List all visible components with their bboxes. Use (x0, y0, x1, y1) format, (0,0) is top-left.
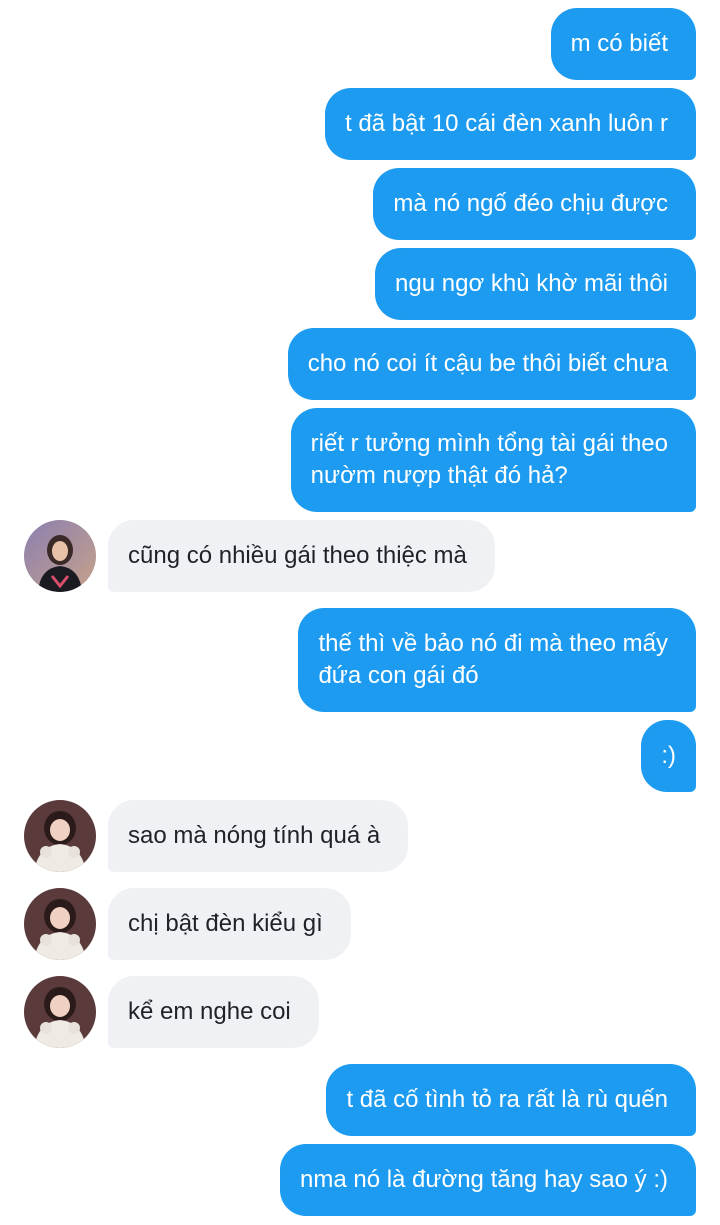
outgoing-message[interactable]: mà nó ngố đéo chịu được (373, 168, 696, 240)
contact-avatar[interactable] (24, 520, 96, 592)
message-text: kể em nghe coi (128, 998, 291, 1025)
contact-avatar[interactable] (24, 888, 96, 960)
message-text-line: riết r tưởng mình tổng tài gái theo (310, 430, 668, 457)
outgoing-message[interactable]: riết r tưởng mình tổng tài gái theo nườm… (290, 408, 696, 512)
outgoing-message[interactable]: cho nó coi ít cậu be thôi biết chưa (287, 328, 696, 400)
incoming-message[interactable]: cũng có nhiều gái theo thiệc mà (108, 520, 495, 592)
contact-avatar[interactable] (24, 976, 96, 1048)
avatar-photo-icon (24, 800, 96, 872)
message-text: :) (661, 742, 676, 769)
message-text: cho nó coi ít cậu be thôi biết chưa (307, 350, 668, 377)
message-text-line: thế thì về bảo nó đi mà theo mấy (318, 630, 668, 657)
incoming-message[interactable]: chị bật đèn kiểu gì (108, 888, 351, 960)
outgoing-message[interactable]: :) (641, 720, 696, 792)
outgoing-message[interactable]: thế thì về bảo nó đi mà theo mấy đứa con… (298, 608, 696, 712)
incoming-message[interactable]: sao mà nóng tính quá à (108, 800, 409, 872)
outgoing-message[interactable]: t đã cố tình tỏ ra rất là rù quến (326, 1064, 696, 1136)
outgoing-message[interactable]: ngu ngơ khù khờ mãi thôi (375, 248, 696, 320)
message-text: sao mà nóng tính quá à (128, 822, 381, 849)
message-text-line: đứa con gái đó (318, 662, 479, 689)
outgoing-message[interactable]: t đã bật 10 cái đèn xanh luôn r (325, 88, 696, 160)
avatar-photo-icon (24, 888, 96, 960)
contact-avatar[interactable] (24, 800, 96, 872)
incoming-message[interactable]: kể em nghe coi (108, 976, 319, 1048)
message-text: t đã bật 10 cái đèn xanh luôn r (345, 110, 668, 137)
message-text: ngu ngơ khù khờ mãi thôi (395, 270, 668, 297)
message-text: m có biết (570, 30, 668, 57)
message-text: chị bật đèn kiểu gì (128, 910, 323, 937)
avatar-photo-icon (24, 976, 96, 1048)
message-text: nma nó là đường tăng hay sao ý :) (299, 1166, 668, 1193)
outgoing-message[interactable]: nma nó là đường tăng hay sao ý :) (279, 1144, 696, 1216)
message-text: t đã cố tình tỏ ra rất là rù quến (346, 1086, 668, 1113)
message-text: mà nó ngố đéo chịu được (393, 190, 668, 217)
avatar-photo-icon (24, 520, 96, 592)
message-text-line: nườm nượp thật đó hả? (310, 462, 568, 489)
message-text: cũng có nhiều gái theo thiệc mà (128, 542, 467, 569)
outgoing-message[interactable]: m có biết (550, 8, 696, 80)
